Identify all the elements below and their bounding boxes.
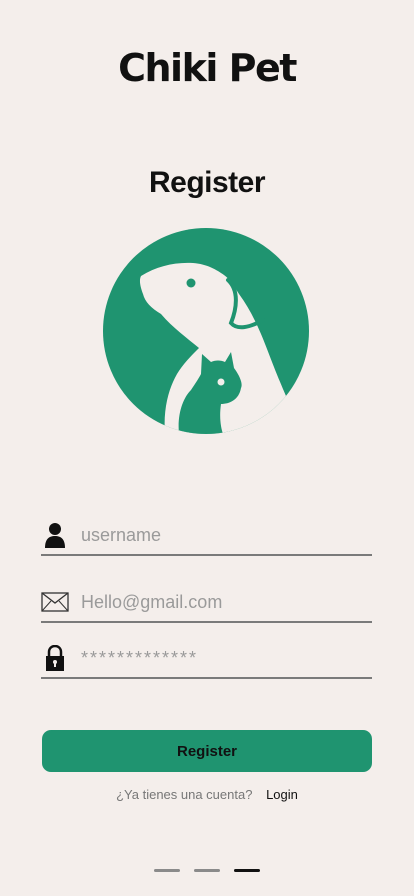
username-field: [41, 516, 372, 556]
register-button[interactable]: Register: [42, 730, 372, 772]
mail-icon: [41, 588, 69, 616]
login-question: ¿Ya tienes una cuenta?: [116, 787, 253, 802]
username-input[interactable]: [81, 520, 361, 550]
lock-icon: [41, 644, 69, 672]
email-field: [41, 583, 372, 623]
pet-logo-icon: [103, 228, 309, 434]
user-icon: [41, 521, 69, 549]
app-brand: Chiki Pet: [118, 46, 297, 90]
page-indicator-dot-active: [234, 869, 260, 872]
page-indicator: [154, 869, 260, 872]
password-field: [41, 639, 372, 679]
login-link[interactable]: Login: [266, 787, 298, 802]
login-prompt: ¿Ya tienes una cuenta? Login: [0, 787, 414, 802]
page-title: Register: [148, 166, 266, 199]
email-input[interactable]: [81, 587, 361, 617]
page-indicator-dot: [194, 869, 220, 872]
page-indicator-dot: [154, 869, 180, 872]
password-input[interactable]: [81, 643, 361, 673]
